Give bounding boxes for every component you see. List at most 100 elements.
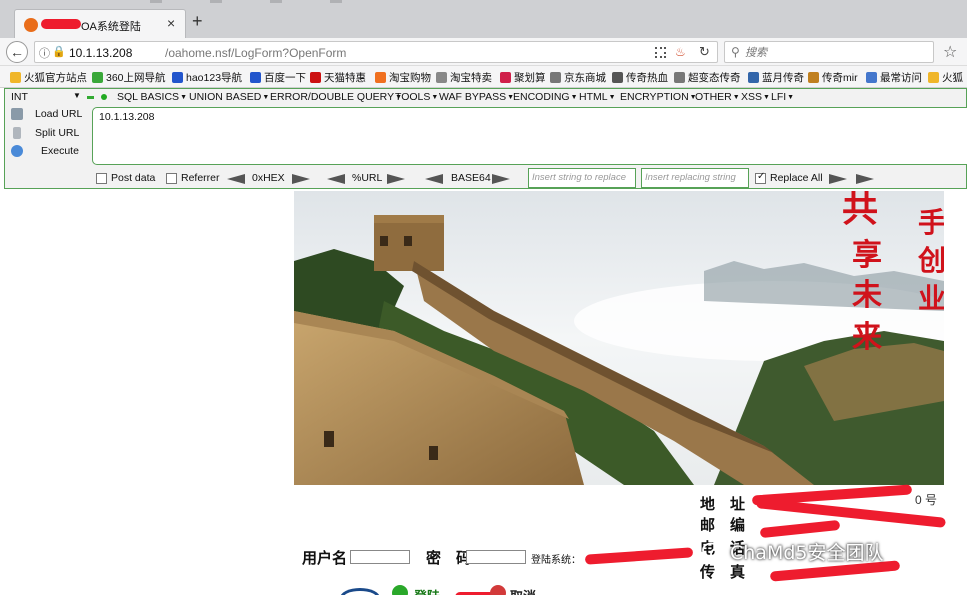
bookmark-item[interactable]: 火狐 [928,70,963,85]
hackbar-menu-encoding[interactable]: ENCODING▼ [513,91,578,103]
bookmark-favicon-icon [928,72,939,83]
qr-code-icon[interactable] [655,47,666,58]
post-data-label: Post data [111,172,156,184]
insecure-lock-icon[interactable]: 🔒 [52,45,66,58]
hackbar-url-textarea[interactable]: 10.1.13.208 [92,107,967,165]
java-plugin-icon[interactable]: ♨ [675,45,686,59]
search-input[interactable] [745,45,925,59]
bookmark-item[interactable]: 百度一下 [250,70,306,85]
base64-encode-icon[interactable] [492,174,510,184]
replace-string-input[interactable]: Insert string to replace [528,168,636,188]
bookmark-favicon-icon [375,72,386,83]
split-url-label: Split URL [35,127,80,139]
bookmark-label: 火狐官方站点 [24,72,87,84]
hackbar-menu-error-double-query[interactable]: ERROR/DOUBLE QUERY▼ [270,91,402,103]
hackbar-menu-label: OTHER [695,91,732,103]
hackbar-menu-row: INT ▼ SQL BASICS▼ UNION BASED▼ ERROR/DOUBLE… [5,89,967,106]
bookmark-item[interactable]: 传奇热血 [612,70,668,85]
username-input[interactable] [350,550,410,564]
new-tab-icon[interactable]: + [192,12,203,30]
bookmark-favicon-icon [250,72,261,83]
hackbar-menu-html[interactable]: HTML▼ [579,91,616,103]
hackbar-menu-xss[interactable]: XSS▼ [741,91,770,103]
login-button-label: 登陆 [414,586,440,595]
bookmark-item[interactable]: 蓝月传奇 [748,70,804,85]
cancel-icon [490,585,506,595]
decrease-icon[interactable] [87,96,94,99]
hackbar-menu-union-based[interactable]: UNION BASED▼ [189,91,269,103]
great-wall-banner: 共 享 未 来 手 创 业 [294,191,944,485]
url-encode-icon[interactable] [387,174,405,184]
bookmark-favicon-icon [808,72,819,83]
slogan-char: 享 [852,238,882,273]
slogan-char: 未 [852,278,882,313]
post-data-checkbox[interactable] [96,173,107,184]
chevron-down-icon: ▼ [732,94,740,101]
bookmarks-toolbar: 火狐官方站点 360上网导航 hao123导航 百度一下 天猫特惠 淘宝购物 淘宝特卖 聚划算… [0,66,967,88]
hackbar-menu-waf-bypass[interactable]: WAF BYPASS▼ [439,91,514,103]
bookmark-item[interactable]: 淘宝特卖 [436,70,492,85]
load-url-icon [11,108,23,120]
url-decode-icon[interactable] [327,174,345,184]
bookmark-favicon-icon [550,72,561,83]
tab-oa-login[interactable]: OA系统登陆 × [14,9,186,38]
chevron-down-icon: ▼ [763,94,770,101]
cancel-button-label: 取消 [510,586,536,595]
address-label: 地 址 [700,495,746,513]
password-input[interactable] [466,550,526,564]
bookmark-item[interactable]: 聚划算 [500,70,546,85]
referrer-checkbox[interactable] [166,173,177,184]
search-icon: ⚲ [731,45,740,59]
hackbar-menu-sql-basics[interactable]: SQL BASICS▼ [117,91,187,103]
bookmark-favicon-icon [748,72,759,83]
hackbar-menu-other[interactable]: OTHER▼ [695,91,740,103]
back-arrow-icon[interactable]: ← [6,41,28,63]
chevron-down-icon: ▼ [431,94,439,101]
increase-icon[interactable] [101,94,107,100]
hackbar-menu-encryption[interactable]: ENCRYPTION▼ [620,91,697,103]
replace-run-icon[interactable] [829,174,847,184]
hex-encode-icon[interactable] [292,174,310,184]
bookmark-label: 蓝月传奇 [762,72,804,84]
replacing-string-input[interactable]: Insert replacing string [641,168,749,188]
bookmark-favicon-icon [500,72,511,83]
info-icon[interactable]: ⓘ [39,45,50,61]
bookmark-label: 淘宝特卖 [450,72,492,84]
hackbar-options-row: Post data Referrer 0xHEX %URL BASE64 Ins… [5,168,967,188]
hackbar-menu-tools[interactable]: TOOLS▼ [395,91,438,103]
execute-icon [11,145,23,157]
slogan-char: 手 [918,206,944,239]
hackbar-menu-label: XSS [741,91,763,103]
bookmark-item[interactable]: 传奇mir [808,70,858,85]
bookmark-favicon-icon [10,72,21,83]
bookmark-item[interactable]: 京东商城 [550,70,606,85]
hackbar-type-select[interactable]: INT ▼ [11,91,81,103]
bookmark-item[interactable]: 360上网导航 [92,70,166,85]
bookmark-favicon-icon [674,72,685,83]
chevron-down-icon: ▼ [608,94,616,101]
system-label: 登陆系统： [531,555,581,566]
reload-icon[interactable]: ↻ [699,44,710,60]
navigation-bar: ← ⓘ 🔒 10.1.13.208 /oahome.nsf/LogForm?Op… [0,38,967,66]
close-tab-icon[interactable]: × [167,15,175,31]
search-box[interactable]: ⚲ [724,41,934,63]
bookmark-label: 360上网导航 [106,72,166,84]
address-bar[interactable]: ⓘ 🔒 10.1.13.208 /oahome.nsf/LogForm?Open… [34,41,718,63]
replace-all-run-icon[interactable] [856,174,874,184]
hackbar-menu-label: TOOLS [395,91,431,103]
hex-decode-icon[interactable] [227,174,245,184]
split-url-icon [13,127,21,139]
bookmark-star-icon[interactable]: ☆ [943,42,957,62]
replace-all-checkbox[interactable] [755,171,766,184]
bookmark-item[interactable]: 火狐官方站点 [10,70,87,85]
bookmark-item[interactable]: 最常访问 [866,70,922,85]
address-tail: 0 号 [915,493,938,507]
bookmark-item[interactable]: 天猫特惠 [310,70,366,85]
bookmark-item[interactable]: hao123导航 [172,70,242,85]
bookmark-item[interactable]: 超变态传奇 [674,70,741,85]
hackbar-menu-lfi[interactable]: LFI▼ [771,91,794,103]
bookmark-label: 传奇mir [822,72,858,84]
bookmark-item[interactable]: 淘宝购物 [375,70,431,85]
base64-decode-icon[interactable] [425,174,443,184]
watermark: ChaMd5安全团队 [702,538,884,565]
